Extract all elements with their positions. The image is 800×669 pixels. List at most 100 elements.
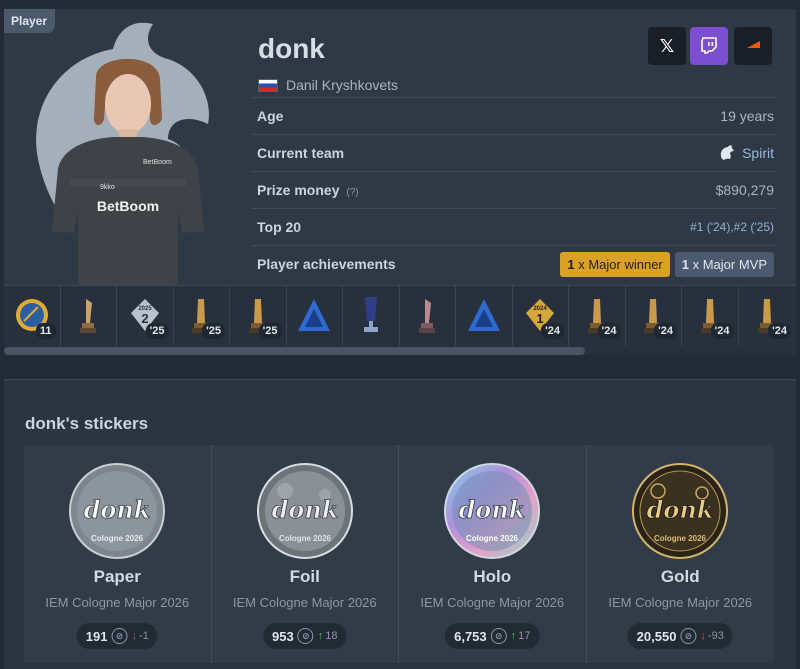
trophy-item[interactable] [400,286,456,346]
blast-icon [298,299,331,331]
spirit-logo-icon [720,145,735,160]
trophy-label: 11 [35,323,56,339]
player-photo: BetBoom 9kko BetBoom [36,22,209,291]
sticker-count: 20,550 [636,628,677,644]
sticker-name: Paper [93,567,141,586]
team-link[interactable]: Spirit [718,144,774,162]
sticker-delta: 18 [325,630,338,642]
trophy-label: '24 [541,323,564,339]
info-row-achievements: Player achievements 1 x Major winner 1 x… [252,245,776,282]
coin-icon: ⊘ [680,628,697,644]
trend-down-icon: ↓ [131,630,137,642]
svg-text:Cologne 2026: Cologne 2026 [91,534,144,543]
sticker-event: IEM Cologne Major 2026 [608,595,753,610]
stickers-grid: donk Cologne 2026 Paper IEM Cologne Majo… [24,445,774,663]
jersey-shape [52,137,204,291]
sticker-count: 953 [272,628,294,644]
faceit-social-button[interactable] [734,27,772,65]
svg-text:donk: donk [459,495,526,524]
sticker-delta: 17 [518,630,531,642]
trophy-label: '24 [654,323,677,339]
trophy-item[interactable]: '24 [569,286,626,346]
svg-text:Cologne 2026: Cologne 2026 [653,534,706,543]
x-social-button[interactable]: 𝕏 [648,27,686,65]
paper-sticker-icon: donk Cologne 2026 [69,463,165,559]
info-label: Prize money [257,182,340,198]
achievement-badges: 1 x Major winner 1 x Major MVP [560,251,774,277]
trophy-icon [419,299,436,333]
svg-text:Cologne 2026: Cologne 2026 [466,534,519,543]
stickers-title: donk's stickers [25,414,149,433]
sticker-delta: -93 [707,630,724,642]
trophy-item[interactable]: '24 [682,286,739,346]
sticker-stats: 6,753 ⊘ ↑ 17 [445,623,540,649]
trophy-item[interactable] [287,286,343,346]
trophy-item[interactable]: 11 [4,286,61,346]
coin-icon: ⊘ [297,628,314,644]
svg-text:2: 2 [141,311,148,326]
sticker-name: Foil [289,567,320,586]
trophy-item[interactable]: '25 [230,286,287,346]
holo-sticker-icon: donk Cologne 2026 [444,463,540,559]
sticker-card-gold[interactable]: donk Cologne 2026 Gold IEM Cologne Major… [587,445,775,663]
faceit-icon [747,41,760,48]
trophy-item[interactable] [61,286,117,346]
info-label: Player achievements [257,256,396,272]
trophy-label: '24 [768,323,791,339]
twitch-social-button[interactable] [690,27,728,65]
coin-icon: ⊘ [111,628,128,644]
info-row-prize: Prize money (?) $890,279 [252,171,776,208]
trophy-item[interactable]: '24 [739,286,796,346]
major-mvp-badge[interactable]: 1 x Major MVP [674,251,774,277]
svg-text:donk: donk [84,495,151,524]
trophy-strip: 11 2025 2 '25 '25 '25 2024 1 '24 '24 '24… [4,285,796,355]
sticker-stats: 953 ⊘ ↑ 18 [263,623,347,649]
trophy-label: '25 [258,323,282,339]
svg-text:Cologne 2026: Cologne 2026 [278,534,331,543]
russia-flag-icon [258,78,278,92]
player-fullname-row: Danil Kryshkovets [258,77,398,93]
trophy-item[interactable]: '24 [626,286,682,346]
gold-sticker-icon: donk Cologne 2026 [631,463,728,559]
info-row-team: Current team Spirit [252,134,776,171]
sticker-event: IEM Cologne Major 2026 [45,595,190,610]
sticker-stats: 20,550 ⊘ ↓ -93 [627,623,733,649]
trophy-item[interactable] [456,286,513,346]
sticker-card-foil[interactable]: donk Cologne 2026 Foil IEM Cologne Major… [212,445,399,663]
trophy-item[interactable]: 2025 2 '25 [117,286,174,346]
sticker-delta: -1 [138,630,149,642]
top20-value[interactable]: #1 ('24),#2 ('25) [690,220,774,234]
sticker-name: Gold [660,567,700,586]
info-label-prize: Prize money (?) [257,182,359,198]
trend-up-icon: ↑ [317,630,324,642]
major-winner-badge[interactable]: 1 x Major winner [560,251,670,277]
sticker-count: 191 [85,628,108,644]
team-name: Spirit [742,145,774,161]
svg-text:donk: donk [271,495,338,524]
trophy-item[interactable] [343,286,400,346]
trophy-label: '25 [145,323,169,339]
info-label: Top 20 [257,219,302,235]
sticker-card-paper[interactable]: donk Cologne 2026 Paper IEM Cologne Majo… [24,445,212,663]
sticker-name: Holo [473,567,512,586]
sticker-card-holo[interactable]: donk Cologne 2026 Holo IEM Cologne Major… [399,445,587,663]
trophy-item[interactable]: 2024 1 '24 [513,286,569,346]
sticker-count: 6,753 [454,628,487,644]
coin-icon: ⊘ [490,628,507,644]
stickers-panel: donk's stickers donk Cologne 2026 Paper … [4,379,796,669]
trophy-item[interactable]: '25 [174,286,230,346]
prize-help-icon[interactable]: (?) [346,187,358,198]
blast-icon [467,299,500,331]
twitch-icon [701,37,717,54]
info-label: Current team [257,145,345,161]
foil-sticker-icon: donk Cologne 2026 [256,463,353,559]
trophy-icon [80,299,97,333]
trend-up-icon: ↑ [510,630,517,642]
svg-text:BetBoom: BetBoom [143,159,172,166]
sticker-event: IEM Cologne Major 2026 [232,595,377,610]
cup-icon [363,297,378,332]
info-row-age: Age 19 years [252,97,776,134]
svg-text:BetBoom: BetBoom [97,198,159,214]
trophy-scrollbar[interactable] [4,347,585,355]
info-label: Age [257,108,284,124]
